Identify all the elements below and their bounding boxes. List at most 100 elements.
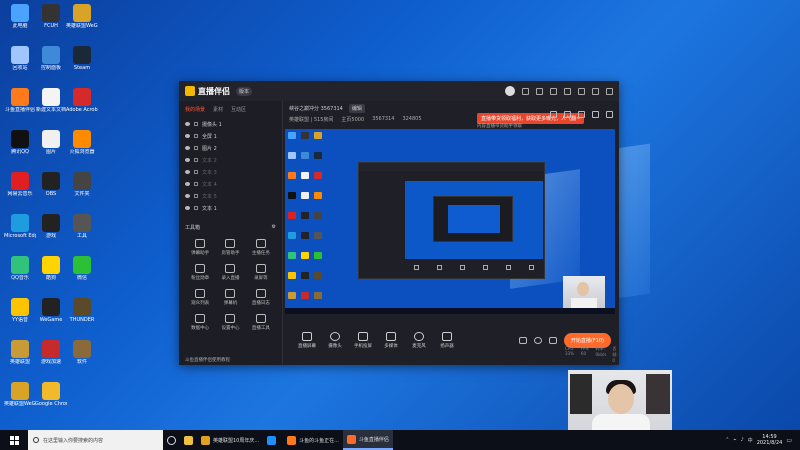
eye-icon[interactable] (185, 170, 190, 174)
scene-item[interactable]: 文本 3 (179, 166, 282, 178)
tab-scenes[interactable]: 我的场景 (185, 106, 205, 113)
desktop-icon[interactable]: FCUH (35, 4, 67, 29)
eye-icon[interactable] (185, 194, 190, 198)
eye-icon[interactable] (185, 134, 190, 138)
chevron-up-icon[interactable]: ⌃ (725, 437, 729, 443)
lock-icon[interactable] (194, 122, 198, 126)
tool-button[interactable]: 弹幕机 (215, 289, 245, 306)
share-icon[interactable] (606, 111, 613, 118)
tool-button[interactable]: 数据中心 (185, 314, 215, 331)
desktop-icon[interactable]: Steam (66, 46, 98, 71)
lock-icon[interactable] (194, 146, 198, 150)
file-explorer-button[interactable] (180, 430, 197, 450)
desktop-icon[interactable]: 腾讯QQ (4, 130, 36, 155)
volume-icon[interactable]: ♪ (740, 437, 743, 443)
desktop-icon[interactable]: THUNDER (66, 298, 98, 323)
scene-item[interactable]: 文本 2 (179, 154, 282, 166)
tab-interaction[interactable]: 互动区 (231, 106, 246, 113)
screen-capture-button[interactable]: 直播屏幕 (293, 332, 321, 349)
desktop-icon[interactable]: OBS (35, 172, 67, 197)
video-icon[interactable] (518, 337, 527, 344)
tool-button[interactable]: 观众列表 (185, 289, 215, 306)
record-icon[interactable] (578, 111, 585, 118)
microphone-button[interactable]: 麦克风 (405, 332, 433, 349)
search-input[interactable]: 在这里输入你要搜索的内容 (43, 437, 103, 444)
clip-icon[interactable] (564, 111, 571, 118)
category[interactable]: 英雄联盟 | 515房间 (289, 116, 333, 123)
scene-item[interactable]: 文本 4 (179, 178, 282, 190)
clock[interactable]: 14:59 2021/8/24 (757, 434, 783, 446)
tab-materials[interactable]: 素材 (213, 106, 223, 113)
scene-item[interactable]: 摄像头 1 (179, 118, 282, 130)
tool-button[interactable]: 录入直播 (215, 264, 245, 281)
desktop-icon[interactable]: 英雄联盟WeGame (66, 4, 98, 29)
lock-icon[interactable] (194, 170, 198, 174)
camera-button[interactable]: 摄像头 (321, 332, 349, 349)
eye-icon[interactable] (185, 206, 190, 210)
taskbar-app[interactable]: 英雄联盟10周年庆... (197, 430, 263, 450)
network-icon[interactable]: ⌁ (733, 437, 736, 443)
desktop-icon[interactable]: 游戏加速 (35, 340, 67, 365)
desktop-icon[interactable]: 游戏 (35, 214, 67, 239)
lock-icon[interactable] (194, 134, 198, 138)
taskbar-app[interactable] (263, 430, 283, 450)
desktop-icon[interactable]: 控制面板 (35, 46, 67, 71)
tool-button[interactable]: 房管助手 (215, 239, 245, 256)
taskbar-search[interactable]: 在这里输入你要搜索的内容 (28, 430, 163, 450)
scene-item[interactable]: 图片 2 (179, 142, 282, 154)
tool-button[interactable]: 粉丝勋章 (185, 264, 215, 281)
start-button[interactable] (0, 430, 28, 450)
desktop-icon[interactable]: QQ音乐 (4, 256, 36, 281)
gift-box-icon[interactable] (550, 111, 557, 118)
speaker-button[interactable]: 扬声器 (433, 332, 461, 349)
scene-item[interactable]: 全屏 1 (179, 130, 282, 142)
settings-icon[interactable] (550, 87, 557, 95)
desktop-icon[interactable]: 文件夹 (66, 172, 98, 197)
bell-icon[interactable] (592, 111, 599, 118)
eye-icon[interactable] (185, 182, 190, 186)
eye-icon[interactable] (185, 122, 190, 126)
desktop-icon[interactable]: 回收站 (4, 46, 36, 71)
desktop-icon[interactable]: WeGame (35, 298, 67, 323)
scene-item[interactable]: 文本 1 (179, 202, 282, 214)
desktop-icon[interactable]: Adobe Acrobat (66, 88, 98, 113)
desktop-icon[interactable]: 英雄联盟WeGame (4, 382, 36, 407)
lock-icon[interactable] (194, 182, 198, 186)
eye-icon[interactable] (185, 146, 190, 150)
desktop-icon[interactable]: 网易云音乐 (4, 172, 36, 197)
taskbar-app[interactable]: 斗鱼直播伴侣 (342, 430, 393, 450)
menu-icon[interactable] (564, 87, 571, 95)
lock-icon[interactable] (194, 206, 198, 210)
desktop-icon[interactable]: 工具 (66, 214, 98, 239)
taskbar-app[interactable]: 斗鱼的斗鱼正在... (283, 430, 343, 450)
tool-button[interactable]: 设置中心 (215, 314, 245, 331)
maximize-icon[interactable] (592, 87, 599, 95)
message-icon[interactable] (522, 87, 529, 95)
media-button[interactable]: 多媒体 (377, 332, 405, 349)
tool-button[interactable]: 录屏等 (246, 264, 276, 281)
notification-icon[interactable]: ▭ (786, 437, 792, 444)
lock-icon[interactable] (194, 194, 198, 198)
desktop-icon[interactable]: YY语音 (4, 298, 36, 323)
desktop-icon[interactable]: 斗鱼直播伴侣 (4, 88, 36, 113)
desktop-icon[interactable]: Microsoft Edge (4, 214, 36, 239)
desktop-icon[interactable]: 软件 (66, 340, 98, 365)
tools-settings-icon[interactable]: ⚙ (272, 224, 276, 231)
desktop-icon[interactable]: 微信 (66, 256, 98, 281)
gear-icon[interactable] (548, 337, 557, 344)
desktop-icon[interactable]: 图片 (35, 130, 67, 155)
tool-button[interactable]: 直播工具 (246, 314, 276, 331)
scene-item[interactable]: 文本 5 (179, 190, 282, 202)
version-badge[interactable]: 版本 (236, 86, 253, 96)
edit-button[interactable]: 编辑 (348, 104, 365, 113)
stream-preview[interactable] (285, 129, 615, 314)
close-icon[interactable] (606, 87, 613, 95)
tutorial-link[interactable]: 斗鱼直播伴侣使用教程 (185, 357, 230, 363)
desktop-icon[interactable]: 酷狗 (35, 256, 67, 281)
desktop-icon[interactable]: 此电脑 (4, 4, 36, 29)
minimize-icon[interactable] (578, 87, 585, 95)
tool-button[interactable]: 弹幕助手 (185, 239, 215, 256)
tool-button[interactable]: 直播日志 (246, 289, 276, 306)
tool-button[interactable]: 主播任务 (246, 239, 276, 256)
desktop-icon[interactable]: Google Chrome (35, 382, 67, 407)
